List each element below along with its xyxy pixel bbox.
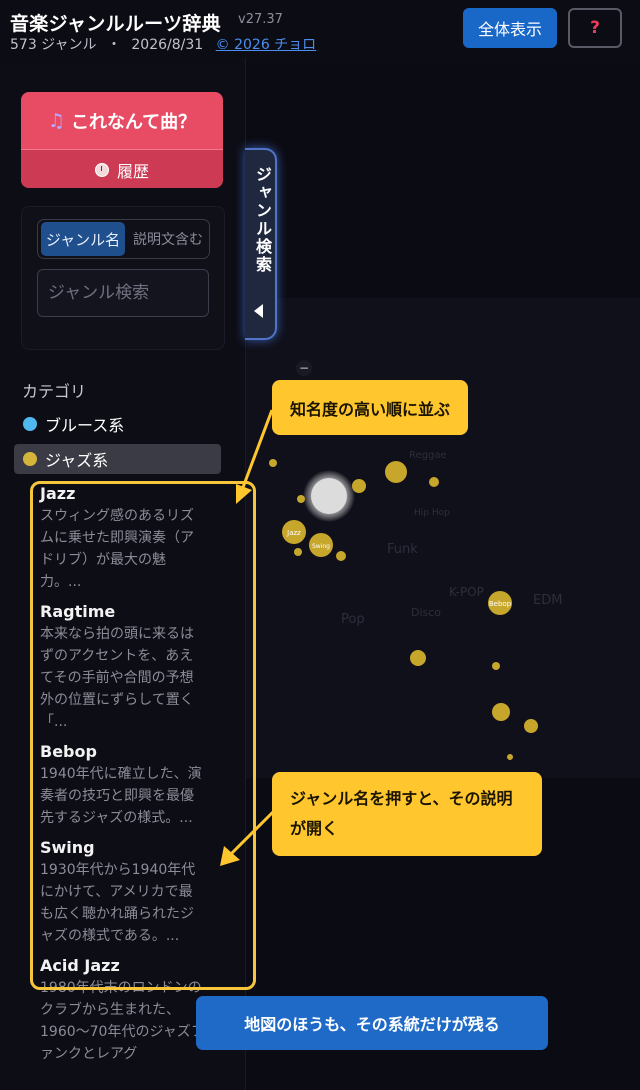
category-jazz[interactable]: ジャズ系 [14,444,221,474]
song-finder-label: これなんて曲？ [70,111,197,133]
map-label-reggae: Reggae [409,450,447,461]
genre-bubble[interactable] [429,477,439,487]
genre-list-highlight [30,481,256,990]
jazz-color-dot [23,452,37,466]
map-label-kpop: K-POP [449,585,484,599]
genre-bubble[interactable] [336,551,346,561]
category-title: カテゴリ [22,382,87,401]
separator: ・ [106,37,121,53]
blues-color-dot [23,417,37,431]
map-label-pop: Pop [341,612,365,627]
selected-node[interactable] [311,478,347,514]
category-label: ブルース系 [45,416,125,435]
header-subline: 573 ジャンル ・ 2026/8/31 © 2026 チョロ [10,34,316,54]
genre-bubble[interactable] [297,495,305,503]
genre-bubble[interactable] [507,754,513,760]
search-mode-toggle: ジャンル名 説明文含む [37,219,210,259]
genre-bubble[interactable] [385,461,407,483]
map-label-disco: Disco [411,606,441,619]
zoom-out-label: − [299,361,309,375]
genre-bubble[interactable] [492,662,500,670]
music-note-icon: ♫ [47,109,65,132]
swing-bubble-label: Swing [312,543,330,550]
mode-genre-name[interactable]: ジャンル名 [41,222,125,256]
genre-bubble[interactable] [269,459,277,467]
help-button[interactable]: ? [568,8,622,48]
category-blues[interactable]: ブルース系 [14,409,221,439]
mode-include-desc[interactable]: 説明文含む [128,222,208,256]
song-finder-card: ♫ これなんて曲？ 履歴 [21,92,223,188]
app-title: 音楽ジャンルルーツ辞典 [10,13,221,35]
song-finder-button[interactable]: ♫ これなんて曲？ [21,92,223,149]
show-all-button[interactable]: 全体表示 [463,8,557,48]
genre-count: 573 ジャンル [10,37,97,53]
callout-popularity: 知名度の高い順に並ぶ [272,380,469,435]
clock-icon [94,162,109,177]
drawer-label: ジャンル検索 [253,166,272,274]
genre-search-drawer-tab[interactable]: ジャンル検索 [245,148,277,340]
map-label-hiphop: Hip Hop [414,508,450,518]
callout-description: ジャンル名を押すと、その説明が開く [272,772,542,856]
acid-jazz-bubble[interactable] [410,650,426,666]
search-panel: ジャンル名 説明文含む [21,206,225,350]
genre-map[interactable]: − Reggae Hip Hop Funk K-POP EDM Disco Po… [246,58,640,1090]
history-label: 履歴 [116,161,149,181]
map-canvas[interactable]: − Reggae Hip Hop Funk K-POP EDM Disco Po… [246,58,640,1090]
ragtime-bubble[interactable] [492,703,510,721]
category-label: ジャズ系 [45,451,109,470]
info-map-filter: 地図のほうも、その系統だけが残る [196,996,548,1050]
genre-desc: 1980年代末のロンドンのクラブから生まれた、1960〜70年代のジャズファンク… [40,980,205,1062]
copyright-link[interactable]: © 2026 チョロ [216,37,317,53]
bebop-bubble-label: Bebop [489,600,512,608]
update-date: 2026/8/31 [131,37,204,53]
jazz-bubble-label: Jazz [286,529,301,537]
app-header: 音楽ジャンルルーツ辞典 v27.37 573 ジャンル ・ 2026/8/31 … [0,0,640,59]
triangle-left-icon [254,304,263,318]
map-label-funk: Funk [387,542,418,557]
genre-bubble[interactable] [352,479,366,493]
map-label-edm: EDM [533,593,562,608]
genre-bubble[interactable] [524,719,538,733]
history-button[interactable]: 履歴 [21,149,223,188]
genre-bubble[interactable] [294,548,302,556]
version-label: v27.37 [238,12,283,27]
genre-search-input[interactable] [37,269,209,317]
